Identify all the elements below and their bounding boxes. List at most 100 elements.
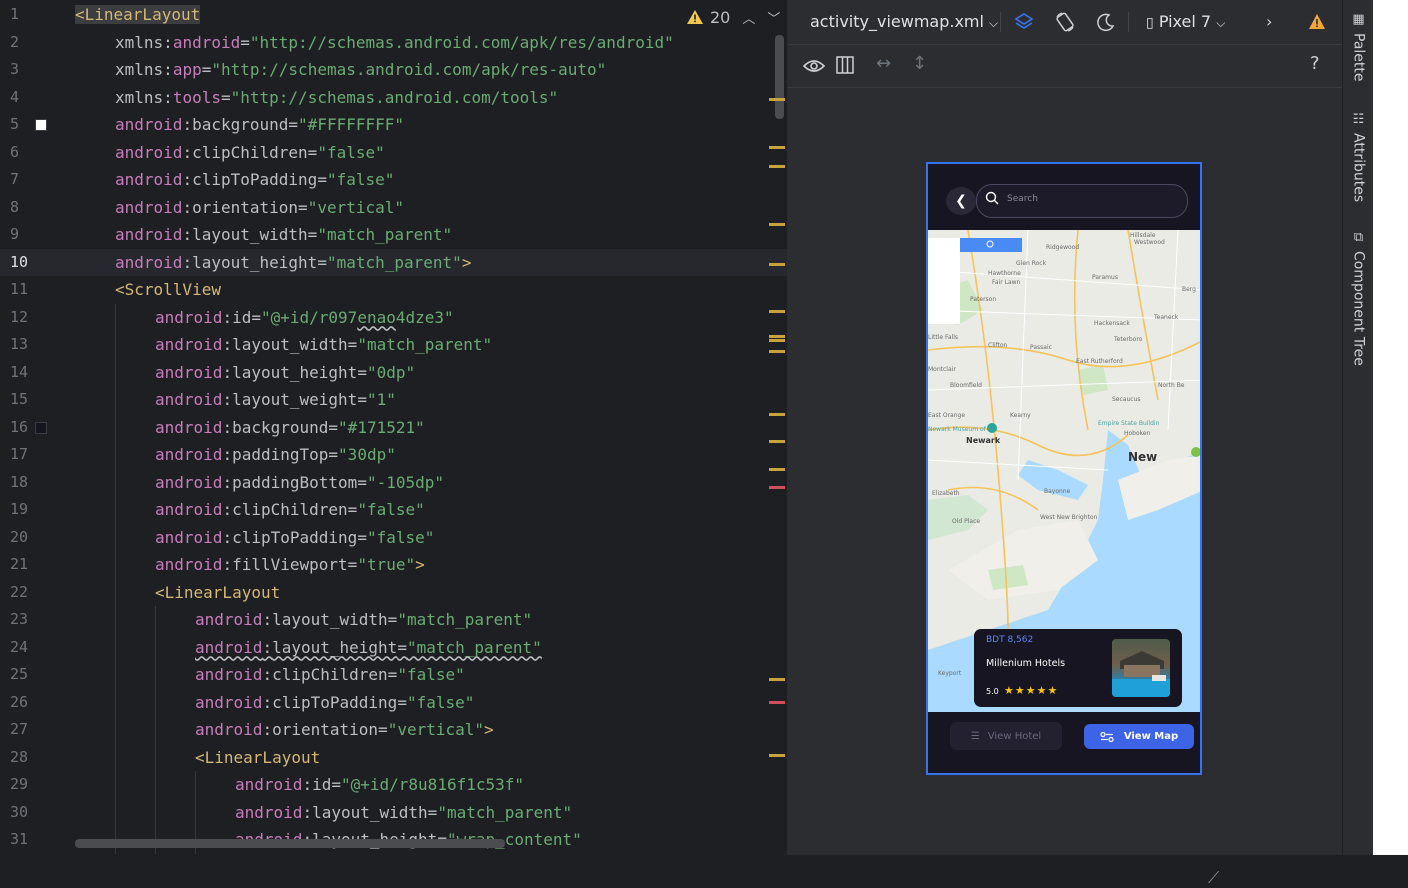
stripe-marker[interactable]: [769, 440, 785, 443]
palette-icon: ▦: [1352, 12, 1365, 27]
search-icon: [985, 191, 999, 205]
code-text: android:clipToPadding="false": [115, 170, 395, 189]
map-place-label: East Rutherford: [1076, 358, 1123, 365]
hotel-name: Millenium Hotels: [986, 658, 1066, 669]
code-line[interactable]: 20 android:clipToPadding="false": [0, 524, 787, 552]
code-text: android:clipChildren="false": [195, 665, 465, 684]
window-edge: [1373, 0, 1408, 855]
file-name: activity_viewmap.xml: [810, 12, 984, 31]
code-line[interactable]: 6 android:clipChildren="false": [0, 139, 787, 167]
stripe-marker[interactable]: [769, 310, 785, 313]
line-number: 5: [10, 115, 20, 133]
code-line[interactable]: 28 <LinearLayout: [0, 744, 787, 772]
palette-label: Palette: [1350, 33, 1367, 82]
design-surface-icon[interactable]: [1014, 12, 1034, 32]
code-editor[interactable]: 1 <LinearLayout 2 xmlns:android="http://sch…: [0, 0, 787, 855]
code-line[interactable]: 16 android:background="#171521": [0, 414, 787, 442]
phone-icon: ▯: [1146, 15, 1154, 31]
code-text: xmlns:android="http://schemas.android.co…: [115, 32, 674, 52]
code-line[interactable]: 1 <LinearLayout: [0, 1, 787, 29]
night-mode-icon[interactable]: [1096, 12, 1116, 32]
horizontal-resize-icon[interactable]: ↔: [876, 53, 891, 74]
design-canvas[interactable]: ❮ Search Ridgewood Hillsdale Westwood Gl…: [788, 88, 1342, 887]
code-line[interactable]: 21 android:fillViewport="true">: [0, 551, 787, 579]
code-line[interactable]: 19 android:clipChildren="false": [0, 496, 787, 524]
warning-icon: [687, 10, 703, 24]
code-line[interactable]: 22 <LinearLayout: [0, 579, 787, 607]
horizontal-scrollbar[interactable]: [75, 839, 505, 848]
chevron-right-icon[interactable]: ›: [1266, 0, 1272, 44]
code-line[interactable]: 3 xmlns:app="http://schemas.android.com/a…: [0, 56, 787, 84]
stripe-marker[interactable]: [769, 98, 785, 101]
code-line[interactable]: 24 android:layout_height="match_parent": [0, 634, 787, 662]
code-line[interactable]: 15 android:layout_weight="1": [0, 386, 787, 414]
eye-icon[interactable]: [802, 56, 826, 76]
palette-tab[interactable]: ▦ Palette: [1343, 12, 1374, 82]
code-line[interactable]: 18 android:paddingBottom="-105dp": [0, 469, 787, 497]
code-line[interactable]: 2 xmlns:android="http://schemas.android.c…: [0, 29, 787, 57]
view-map-button[interactable]: View Map: [1084, 724, 1194, 749]
map-place-label: Newark Museum of Art: [928, 426, 997, 433]
chevron-up-icon[interactable]: ︿: [742, 8, 755, 27]
code-line[interactable]: 10 android:layout_height="match_parent">: [0, 248, 787, 276]
code-line[interactable]: 25 android:clipChildren="false": [0, 661, 787, 689]
stripe-marker[interactable]: [769, 754, 785, 757]
stripe-marker[interactable]: [769, 263, 785, 266]
code-line[interactable]: 13 android:layout_width="match_parent": [0, 331, 787, 359]
line-number: 25: [10, 665, 29, 683]
columns-icon[interactable]: [836, 56, 854, 74]
stripe-marker[interactable]: [769, 350, 785, 353]
hotel-card[interactable]: BDT 8,562 Millenium Hotels 5.0 ★★★★★: [974, 629, 1182, 707]
stripe-marker[interactable]: [769, 468, 785, 471]
color-swatch-icon[interactable]: [35, 421, 47, 434]
stripe-marker[interactable]: [769, 678, 785, 681]
vertical-resize-icon[interactable]: ↕: [912, 53, 927, 74]
code-line[interactable]: 17 android:paddingTop="30dp": [0, 441, 787, 469]
code-line[interactable]: 27 android:orientation="vertical">: [0, 716, 787, 744]
stripe-marker[interactable]: [769, 335, 785, 338]
code-line[interactable]: 12 android:id="@+id/r097enao4dze3": [0, 304, 787, 332]
code-line[interactable]: 23 android:layout_width="match_parent": [0, 606, 787, 634]
code-line[interactable]: 4 xmlns:tools="http://schemas.android.com…: [0, 84, 787, 112]
stripe-marker[interactable]: [769, 701, 785, 704]
phone-preview[interactable]: ❮ Search Ridgewood Hillsdale Westwood Gl…: [926, 162, 1202, 775]
code-line[interactable]: 5 android:background="#FFFFFFFF": [0, 111, 787, 139]
code-text: android:fillViewport="true">: [155, 555, 425, 574]
code-line[interactable]: 30 android:layout_width="match_parent": [0, 799, 787, 827]
warning-icon[interactable]: [1308, 13, 1326, 30]
map-place-label: Westwood: [1134, 239, 1165, 246]
stripe-marker[interactable]: [769, 146, 785, 149]
code-text: android:background="#FFFFFFFF": [115, 115, 405, 134]
back-button[interactable]: ❮: [946, 187, 976, 215]
file-selector[interactable]: activity_viewmap.xml ⌵: [810, 0, 998, 45]
color-swatch-icon[interactable]: [35, 119, 47, 131]
code-line[interactable]: 26 android:clipToPadding="false": [0, 689, 787, 717]
orientation-icon[interactable]: [1054, 11, 1076, 33]
stripe-marker[interactable]: [769, 413, 785, 416]
stripe-marker[interactable]: [769, 223, 785, 226]
vertical-scrollbar[interactable]: [775, 35, 784, 119]
code-text: android:layout_height="match_parent">: [115, 252, 472, 272]
chevron-down-icon[interactable]: ﹀: [767, 8, 780, 27]
code-line[interactable]: 29 android:id="@+id/r8u816f1c53f": [0, 771, 787, 799]
help-icon[interactable]: ?: [1310, 53, 1320, 74]
code-text: xmlns:app="http://schemas.android.com/ap…: [115, 60, 607, 79]
search-input[interactable]: Search: [976, 184, 1188, 218]
map-place-label: Keyport: [938, 670, 962, 677]
view-hotel-button[interactable]: ☰ View Hotel: [950, 722, 1062, 750]
resize-handle-icon[interactable]: ⟋: [1208, 868, 1219, 888]
code-line[interactable]: 14 android:layout_height="0dp": [0, 359, 787, 387]
attributes-tab[interactable]: ☷ Attributes: [1343, 112, 1374, 202]
stripe-marker[interactable]: [769, 339, 785, 342]
code-line[interactable]: 11 <ScrollView: [0, 276, 787, 304]
stripe-marker[interactable]: [769, 486, 785, 489]
code-line[interactable]: 7 android:clipToPadding="false": [0, 166, 787, 194]
code-text: android:layout_height="0dp": [155, 362, 416, 382]
device-selector[interactable]: ▯ Pixel 7 ⌵: [1146, 0, 1225, 45]
code-line[interactable]: 8 android:orientation="vertical": [0, 194, 787, 222]
component-tree-tab[interactable]: ⧉ Component Tree: [1343, 230, 1374, 366]
stripe-marker[interactable]: [769, 165, 785, 168]
code-line[interactable]: 9 android:layout_width="match_parent": [0, 221, 787, 249]
code-text: android:layout_width="match_parent": [235, 802, 573, 822]
warnings-indicator[interactable]: 20 ︿ ﹀: [686, 6, 781, 28]
